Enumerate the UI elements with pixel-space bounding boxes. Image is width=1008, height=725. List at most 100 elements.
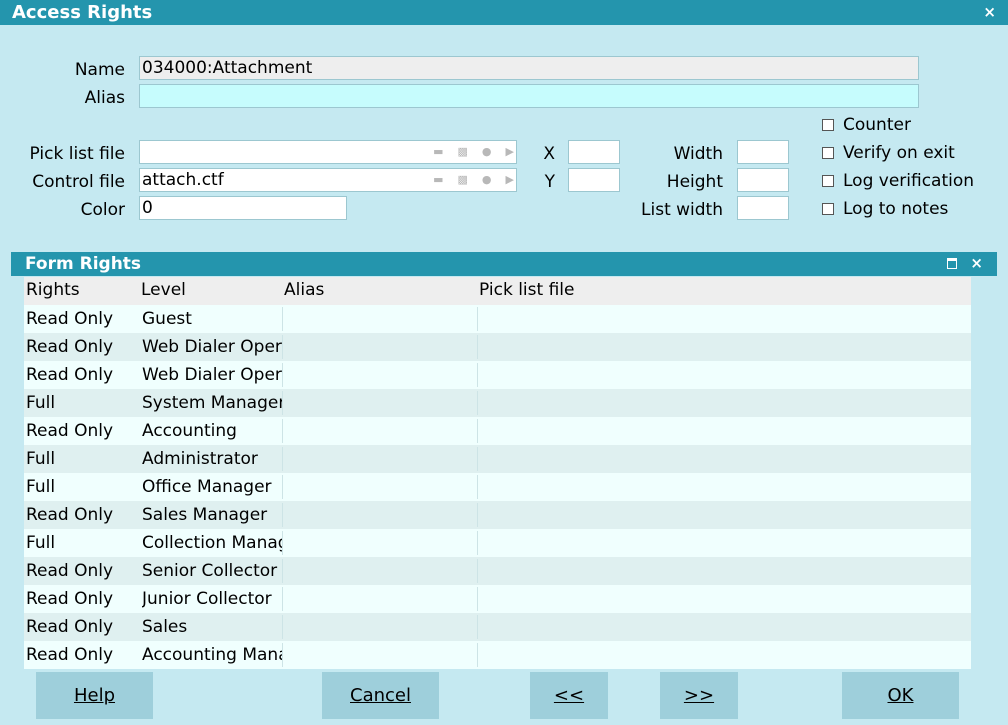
column-divider	[282, 503, 283, 527]
folder-icon[interactable]: ▬	[433, 141, 443, 163]
cell-rights: Full	[26, 533, 56, 553]
cell-level: System Manager	[142, 393, 282, 413]
column-divider	[282, 447, 283, 471]
cell-level: Accounting	[142, 421, 237, 441]
table-row[interactable]: Read Only Sales Manager	[24, 501, 971, 529]
cell-level: Collection Manag	[142, 533, 282, 553]
width-label: Width	[673, 144, 723, 164]
control-file-field[interactable]: attach.ctf ▬ ▩ ● ▶	[139, 168, 517, 192]
height-field[interactable]	[737, 168, 789, 192]
verify-on-exit-label: Verify on exit	[843, 143, 955, 163]
table-row[interactable]: Read Only Guest	[24, 305, 971, 333]
maximize-icon[interactable]	[947, 258, 957, 269]
table-row[interactable]: Full Collection Manag	[24, 529, 971, 557]
height-label: Height	[666, 172, 723, 192]
y-field[interactable]	[568, 168, 620, 192]
table-row[interactable]: Full Administrator	[24, 445, 971, 473]
cell-rights: Read Only	[26, 505, 114, 525]
lookup-icon[interactable]: ▶	[506, 169, 514, 191]
checkbox-icon	[822, 147, 834, 159]
cell-rights: Full	[26, 477, 56, 497]
color-label: Color	[80, 200, 125, 220]
control-file-label: Control file	[32, 172, 125, 192]
column-divider	[282, 643, 283, 667]
cell-level: Office Manager	[142, 477, 272, 497]
column-divider	[477, 391, 478, 415]
log-verification-checkbox[interactable]: Log verification	[822, 169, 974, 193]
column-divider	[477, 531, 478, 555]
column-divider	[282, 531, 283, 555]
clear-icon[interactable]: ●	[482, 141, 492, 163]
column-divider	[282, 475, 283, 499]
table-row[interactable]: Read Only Senior Collector	[24, 557, 971, 585]
table-row[interactable]: Read Only Accounting	[24, 417, 971, 445]
table-row[interactable]: Full Office Manager	[24, 473, 971, 501]
cell-rights: Read Only	[26, 645, 114, 665]
name-field: 034000:Attachment	[139, 56, 919, 80]
column-divider	[282, 363, 283, 387]
cell-rights: Read Only	[26, 337, 114, 357]
counter-checkbox[interactable]: Counter	[822, 113, 911, 137]
log-verification-label: Log verification	[843, 171, 975, 191]
column-divider	[477, 643, 478, 667]
next-button[interactable]: >>	[660, 672, 738, 719]
cell-level: Senior Collector	[142, 561, 278, 581]
help-button[interactable]: Help	[36, 672, 153, 719]
y-label: Y	[544, 172, 555, 192]
table-row[interactable]: Read Only Sales	[24, 613, 971, 641]
column-header-alias[interactable]: Alias	[284, 280, 324, 300]
cell-level: Junior Collector	[142, 589, 272, 609]
close-icon[interactable]: ×	[983, 3, 996, 21]
name-label: Name	[74, 60, 125, 80]
column-header-level[interactable]: Level	[141, 280, 186, 300]
log-to-notes-checkbox[interactable]: Log to notes	[822, 197, 948, 221]
x-label: X	[543, 144, 555, 164]
cell-level: Web Dialer Oper	[142, 337, 282, 357]
column-divider	[282, 587, 283, 611]
verify-on-exit-checkbox[interactable]: Verify on exit	[822, 141, 955, 165]
column-divider	[477, 447, 478, 471]
x-field[interactable]	[568, 140, 620, 164]
ok-button[interactable]: OK	[842, 672, 959, 719]
table-row[interactable]: Read Only Junior Collector	[24, 585, 971, 613]
cell-level: Sales Manager	[142, 505, 268, 525]
cancel-button[interactable]: Cancel	[322, 672, 439, 719]
cell-rights: Read Only	[26, 309, 114, 329]
log-to-notes-label: Log to notes	[843, 199, 949, 219]
checkbox-icon	[822, 203, 834, 215]
table-row[interactable]: Read Only Accounting Mana	[24, 641, 971, 669]
cell-rights: Full	[26, 449, 56, 469]
table-row[interactable]: Full System Manager	[24, 389, 971, 417]
cell-rights: Read Only	[26, 365, 114, 385]
width-field[interactable]	[737, 140, 789, 164]
column-divider	[282, 307, 283, 331]
cell-rights: Read Only	[26, 421, 114, 441]
cell-rights: Read Only	[26, 617, 114, 637]
column-divider	[477, 475, 478, 499]
print-icon[interactable]: ▩	[458, 169, 468, 191]
column-header-pick-list-file[interactable]: Pick list file	[479, 280, 574, 300]
pick-list-field[interactable]: ▬ ▩ ● ▶	[139, 140, 517, 164]
lookup-icon[interactable]: ▶	[506, 141, 514, 163]
previous-button[interactable]: <<	[530, 672, 608, 719]
panel-close-icon[interactable]: ×	[970, 254, 983, 272]
cell-rights: Read Only	[26, 589, 114, 609]
cell-rights: Read Only	[26, 561, 114, 581]
column-divider	[477, 307, 478, 331]
alias-field[interactable]	[139, 84, 919, 108]
column-divider	[477, 419, 478, 443]
print-icon[interactable]: ▩	[458, 141, 468, 163]
pick-list-label: Pick list file	[29, 144, 125, 164]
cell-level: Web Dialer Oper	[142, 365, 282, 385]
list-width-label: List width	[641, 200, 723, 220]
column-header-rights[interactable]: Rights	[26, 280, 80, 300]
column-divider	[477, 335, 478, 359]
table-row[interactable]: Read Only Web Dialer Oper	[24, 333, 971, 361]
checkbox-icon	[822, 119, 834, 131]
table-row[interactable]: Read Only Web Dialer Oper	[24, 361, 971, 389]
cell-level: Sales	[142, 617, 188, 637]
color-field[interactable]: 0	[139, 196, 347, 220]
list-width-field[interactable]	[737, 196, 789, 220]
folder-icon[interactable]: ▬	[433, 169, 443, 191]
clear-icon[interactable]: ●	[482, 169, 492, 191]
